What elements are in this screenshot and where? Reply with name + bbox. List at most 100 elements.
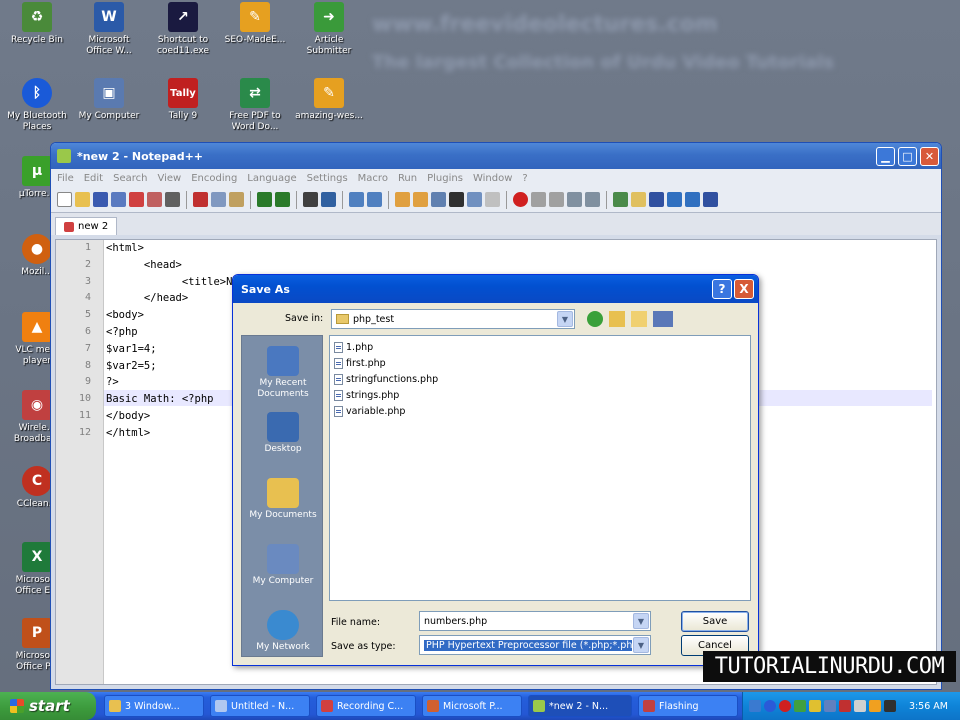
taskbar-item-powerpoint[interactable]: Microsoft P... <box>422 695 522 717</box>
menu-help[interactable]: ? <box>522 173 527 184</box>
menu-settings[interactable]: Settings <box>307 173 348 184</box>
replace-icon[interactable] <box>321 192 336 207</box>
start-button[interactable]: start <box>0 692 96 720</box>
monitor-tray-icon[interactable] <box>824 700 836 712</box>
indent-guide-icon[interactable] <box>467 192 482 207</box>
new-folder-icon[interactable] <box>631 311 647 327</box>
maximize-button[interactable]: □ <box>898 147 917 166</box>
menu-file[interactable]: File <box>57 173 74 184</box>
desktop-icon-tally[interactable]: Tally Tally 9 <box>146 78 220 122</box>
arrow-up-icon[interactable] <box>667 192 682 207</box>
find-icon[interactable] <box>303 192 318 207</box>
taskbar-item-flashing[interactable]: Flashing <box>638 695 738 717</box>
save-type-dropdown[interactable]: PHP Hypertext Preprocessor file (*.php;*… <box>419 635 651 655</box>
minimize-button[interactable]: ▁ <box>876 147 895 166</box>
network-tray-icon[interactable] <box>809 700 821 712</box>
close-file-icon[interactable] <box>129 192 144 207</box>
place-my-documents[interactable]: My Documents <box>242 478 324 521</box>
desktop-icon-office-word[interactable]: W Microsoft Office W... <box>72 2 146 57</box>
save-button[interactable]: Save <box>681 611 749 632</box>
word-wrap-icon[interactable] <box>431 192 446 207</box>
place-desktop[interactable]: Desktop <box>242 412 324 455</box>
bluetooth-tray-icon[interactable] <box>764 700 776 712</box>
stop-macro-icon[interactable] <box>531 192 546 207</box>
paste-icon[interactable] <box>229 192 244 207</box>
dialog-titlebar[interactable]: Save As ? X <box>233 275 758 303</box>
menu-run[interactable]: Run <box>398 173 417 184</box>
close-button[interactable]: ✕ <box>920 147 939 166</box>
recorder-tray-icon[interactable] <box>839 700 851 712</box>
udl-icon[interactable] <box>485 192 500 207</box>
bookmark-icon[interactable] <box>631 192 646 207</box>
copy-icon[interactable] <box>211 192 226 207</box>
utorrent-tray-icon[interactable] <box>794 700 806 712</box>
desktop-icon-amazing-web[interactable]: ✎ amazing-wes... <box>292 78 366 122</box>
up-folder-icon[interactable] <box>609 311 625 327</box>
taskbar-item-recording[interactable]: Recording C... <box>316 695 416 717</box>
place-my-network[interactable]: My Network <box>242 610 324 653</box>
menu-view[interactable]: View <box>157 173 181 184</box>
print-icon[interactable] <box>165 192 180 207</box>
play-multiple-icon[interactable] <box>567 192 582 207</box>
spell-check-icon[interactable] <box>613 192 628 207</box>
desktop-icon-coed11-shortcut[interactable]: ↗ Shortcut to coed11.exe <box>146 2 220 57</box>
file-list[interactable]: 1.php first.php stringfunctions.php stri… <box>329 335 751 601</box>
menu-plugins[interactable]: Plugins <box>427 173 463 184</box>
show-all-chars-icon[interactable] <box>449 192 464 207</box>
save-icon[interactable] <box>93 192 108 207</box>
list-item[interactable]: strings.php <box>334 388 399 402</box>
menu-edit[interactable]: Edit <box>84 173 103 184</box>
play-macro-icon[interactable] <box>549 192 564 207</box>
save-macro-icon[interactable] <box>585 192 600 207</box>
view-menu-icon[interactable] <box>653 311 673 327</box>
list-item[interactable]: stringfunctions.php <box>334 372 438 386</box>
desktop-icon-seo-made[interactable]: ✎ SEO-MadeE... <box>218 2 292 46</box>
desktop-icon-article-submitter[interactable]: ➜ Article Submitter <box>292 2 366 57</box>
save-all-icon[interactable] <box>111 192 126 207</box>
file-name-input[interactable]: numbers.php ▼ <box>419 611 651 631</box>
taskbar-item-notepadpp[interactable]: *new 2 - N... <box>528 695 632 717</box>
dialog-close-button[interactable]: X <box>734 279 754 299</box>
security-tray-icon[interactable] <box>869 700 881 712</box>
taskbar-item-windows[interactable]: 3 Window... <box>104 695 204 717</box>
back-icon[interactable] <box>587 311 603 327</box>
desktop-icon-my-computer[interactable]: ▣ My Computer <box>72 78 146 122</box>
menu-encoding[interactable]: Encoding <box>191 173 237 184</box>
cut-icon[interactable] <box>193 192 208 207</box>
menu-language[interactable]: Language <box>247 173 296 184</box>
list-item[interactable]: variable.php <box>334 404 405 418</box>
sigma-icon[interactable] <box>703 192 718 207</box>
taskbar-item-untitled-notepad[interactable]: Untitled - N... <box>210 695 310 717</box>
open-file-icon[interactable] <box>75 192 90 207</box>
place-my-computer[interactable]: My Computer <box>242 544 324 587</box>
tray-extra-icon[interactable] <box>884 700 896 712</box>
save-as-dialog[interactable]: Save As ? X Save in: php_test ▼ My Recen… <box>232 274 759 666</box>
menu-window[interactable]: Window <box>473 173 512 184</box>
tab-new-2[interactable]: new 2 <box>55 217 118 235</box>
sync-h-icon[interactable] <box>413 192 428 207</box>
menu-macro[interactable]: Macro <box>358 173 388 184</box>
redo-icon[interactable] <box>275 192 290 207</box>
desktop-icon-recycle-bin[interactable]: ♻ Recycle Bin <box>0 2 74 46</box>
arrow-down-icon[interactable] <box>685 192 700 207</box>
menu-search[interactable]: Search <box>113 173 147 184</box>
desktop-icon-bluetooth[interactable]: ᛒ My Bluetooth Places <box>0 78 74 133</box>
antivirus-tray-icon[interactable] <box>779 700 791 712</box>
record-macro-icon[interactable] <box>513 192 528 207</box>
help-button[interactable]: ? <box>712 279 732 299</box>
sum-icon[interactable] <box>649 192 664 207</box>
tray-arrow-icon[interactable] <box>749 700 761 712</box>
zoom-out-icon[interactable] <box>367 192 382 207</box>
volume-icon[interactable] <box>854 700 866 712</box>
place-my-recent-documents[interactable]: My Recent Documents <box>242 346 324 400</box>
close-all-icon[interactable] <box>147 192 162 207</box>
zoom-in-icon[interactable] <box>349 192 364 207</box>
new-file-icon[interactable] <box>57 192 72 207</box>
notepad-titlebar[interactable]: *new 2 - Notepad++ ▁ □ ✕ <box>51 143 941 169</box>
sync-v-icon[interactable] <box>395 192 410 207</box>
desktop-icon-free-pdf[interactable]: ⇄ Free PDF to Word Do... <box>218 78 292 133</box>
list-item[interactable]: 1.php <box>334 340 373 354</box>
undo-icon[interactable] <box>257 192 272 207</box>
save-in-dropdown[interactable]: php_test ▼ <box>331 309 575 329</box>
list-item[interactable]: first.php <box>334 356 386 370</box>
